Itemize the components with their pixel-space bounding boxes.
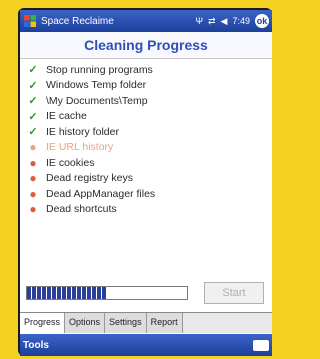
task-label: Dead registry keys	[46, 172, 133, 185]
windows-logo-icon[interactable]	[23, 14, 37, 28]
list-item: ✓ IE cache	[26, 109, 272, 125]
bullet-icon: ●	[29, 140, 37, 155]
task-label: Dead AppManager files	[46, 187, 156, 200]
task-label: \My Documents\Temp	[46, 94, 148, 107]
tools-menu[interactable]: Tools	[23, 340, 49, 351]
checkmark-icon: ✓	[28, 95, 38, 108]
task-list: ✓ Stop running programs ✓ Windows Temp fold…	[20, 59, 272, 217]
progress-bar	[26, 286, 188, 300]
list-item: ✓ Stop running programs	[26, 62, 272, 78]
window-title: Space Reclaime	[41, 15, 114, 27]
tab-progress[interactable]: Progress	[20, 313, 66, 333]
signal-icon[interactable]: Ψ	[195, 16, 203, 26]
checkmark-icon: ✓	[28, 110, 38, 123]
checkmark-icon: ✓	[28, 64, 38, 77]
task-label: Stop running programs	[46, 63, 153, 76]
checkmark-icon: ✓	[28, 79, 38, 92]
volume-icon[interactable]: ◀	[221, 16, 228, 27]
title-bar: Space Reclaime Ψ ⇄ ◀ 7:49 ok	[20, 10, 272, 32]
tab-settings[interactable]: Settings	[105, 313, 147, 333]
task-label: IE cookies	[46, 156, 95, 169]
list-item: ● Dead shortcuts	[26, 202, 272, 218]
list-item: ✓ Windows Temp folder	[26, 78, 272, 94]
list-item: ● Dead AppManager files	[26, 186, 272, 202]
keyboard-icon[interactable]	[253, 339, 269, 351]
progress-area: Start	[26, 282, 266, 308]
list-item: ✓ \My Documents\Temp	[26, 93, 272, 109]
progress-fill	[27, 287, 107, 299]
bullet-icon: ●	[29, 155, 37, 170]
page-title: Cleaning Progress	[20, 32, 272, 59]
tab-options[interactable]: Options	[65, 313, 106, 333]
clock[interactable]: 7:49	[232, 16, 250, 26]
connectivity-icon[interactable]: ⇄	[208, 16, 216, 27]
task-label: IE history folder	[46, 125, 119, 138]
bullet-icon: ●	[29, 171, 37, 186]
task-label: Windows Temp folder	[46, 79, 147, 92]
list-item: ● Dead registry keys	[26, 171, 272, 187]
list-item: ● IE URL history	[26, 140, 272, 156]
bullet-icon: ●	[29, 202, 37, 217]
app-screen: Space Reclaime Ψ ⇄ ◀ 7:49 ok Cleaning Pr…	[20, 10, 272, 356]
tab-bar: Progress Options Settings Report	[20, 312, 272, 333]
start-button[interactable]: Start	[204, 282, 264, 304]
tab-report[interactable]: Report	[146, 313, 183, 333]
list-item: ● IE cookies	[26, 155, 272, 171]
ok-button[interactable]: ok	[255, 14, 269, 28]
list-item: ✓ IE history folder	[26, 124, 272, 140]
task-label: IE URL history	[46, 141, 114, 154]
task-label: IE cache	[46, 110, 87, 123]
task-label: Dead shortcuts	[46, 203, 117, 216]
menu-bar: Tools	[20, 334, 272, 356]
checkmark-icon: ✓	[28, 126, 38, 139]
bullet-icon: ●	[29, 186, 37, 201]
